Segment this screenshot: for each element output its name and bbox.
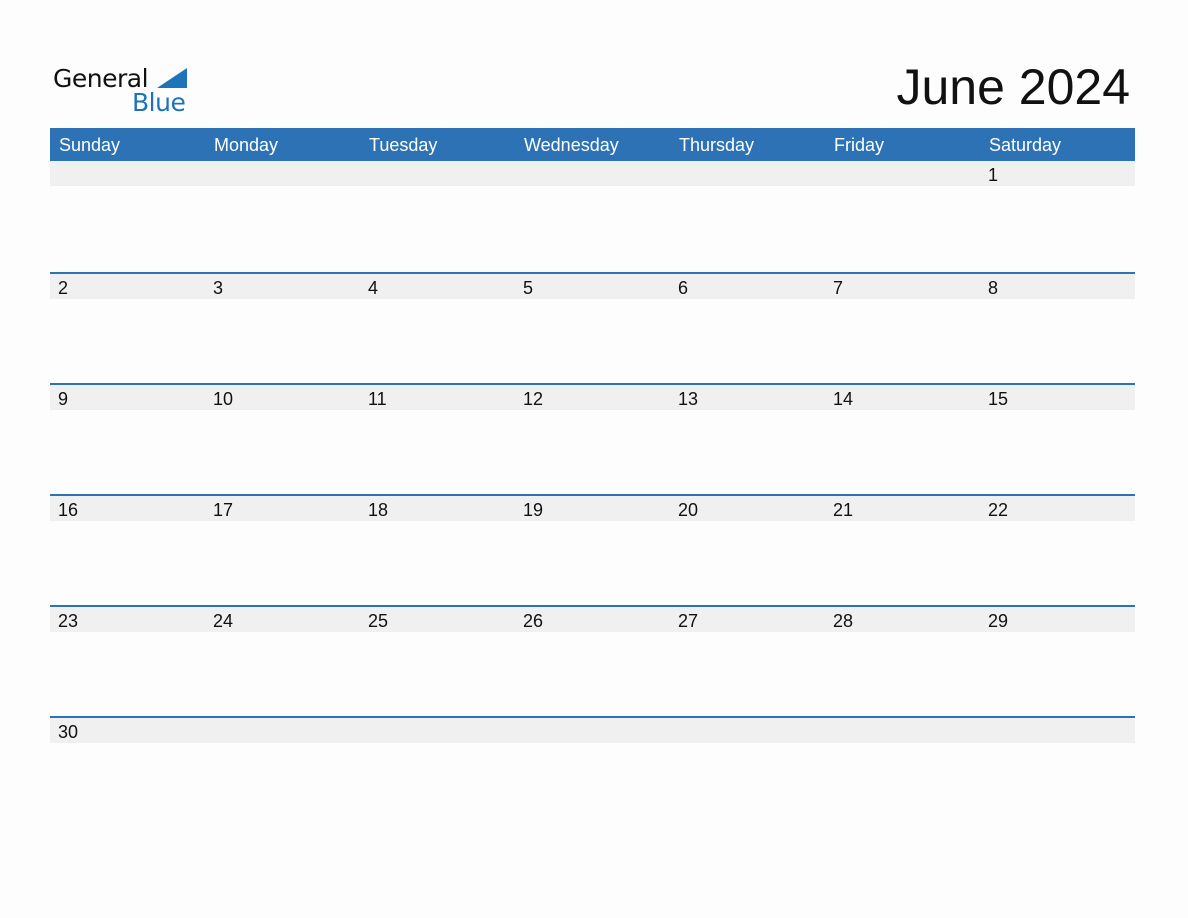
date-band: 23 24 25 26 27 28 29 — [50, 607, 1135, 632]
day-number: 9 — [58, 389, 69, 409]
week-row: 16 17 18 19 20 21 22 — [50, 494, 1135, 605]
day-number — [670, 161, 825, 189]
day-number — [360, 161, 515, 189]
day-number: 22 — [988, 500, 1009, 520]
date-band: 30 — [50, 718, 1135, 743]
day-number: 15 — [988, 389, 1009, 409]
weekday-sunday: Sunday — [59, 135, 121, 155]
day-number: 24 — [213, 611, 234, 631]
day-number: 27 — [678, 611, 699, 631]
day-number: 12 — [523, 389, 544, 409]
general-blue-logo: General Blue — [53, 64, 193, 117]
logo-text-blue: Blue — [132, 88, 186, 117]
day-number: 29 — [988, 611, 1009, 631]
day-number — [515, 161, 670, 189]
day-number: 7 — [833, 278, 844, 298]
day-number: 1 — [988, 165, 999, 185]
logo-triangle-icon — [157, 68, 187, 88]
day-number: 11 — [368, 389, 387, 409]
date-band: 9 10 11 12 13 14 15 — [50, 385, 1135, 410]
day-number: 19 — [523, 500, 544, 520]
day-number: 10 — [213, 389, 234, 409]
day-number: 25 — [368, 611, 389, 631]
day-number — [670, 718, 825, 746]
day-number: 23 — [58, 611, 79, 631]
day-number: 18 — [368, 500, 389, 520]
day-number — [50, 161, 205, 189]
week-row: 9 10 11 12 13 14 15 — [50, 383, 1135, 494]
week-row: 23 24 25 26 27 28 29 — [50, 605, 1135, 716]
day-number: 2 — [58, 278, 69, 298]
day-number: 30 — [58, 722, 79, 742]
day-number: 20 — [678, 500, 699, 520]
day-number: 13 — [678, 389, 699, 409]
date-band: 16 17 18 19 20 21 22 — [50, 496, 1135, 521]
day-number — [825, 161, 980, 189]
weekday-tuesday: Tuesday — [369, 135, 438, 155]
day-number: 5 — [523, 278, 534, 298]
day-number — [360, 718, 515, 746]
weekday-saturday: Saturday — [989, 135, 1062, 155]
day-number: 6 — [678, 278, 689, 298]
day-number — [515, 718, 670, 746]
week-row: 30 — [50, 716, 1135, 827]
day-number: 21 — [833, 500, 854, 520]
weekday-monday: Monday — [214, 135, 279, 155]
calendar-title: June 2024 — [896, 59, 1130, 115]
weekday-friday: Friday — [834, 135, 885, 155]
day-number — [825, 718, 980, 746]
day-number: 28 — [833, 611, 854, 631]
day-number — [980, 718, 1135, 746]
day-number: 16 — [58, 500, 79, 520]
weekday-header: Sunday Monday Tuesday Wednesday Thursday… — [50, 128, 1135, 161]
week-row: 2 3 4 5 6 7 8 — [50, 272, 1135, 383]
calendar-grid: Sunday Monday Tuesday Wednesday Thursday… — [50, 128, 1135, 827]
date-band: 1 — [50, 161, 1135, 186]
day-number: 26 — [523, 611, 544, 631]
day-number: 17 — [213, 500, 234, 520]
week-row: 1 — [50, 161, 1135, 272]
day-number: 8 — [988, 278, 999, 298]
weekday-thursday: Thursday — [679, 135, 755, 155]
day-number: 14 — [833, 389, 854, 409]
date-band: 2 3 4 5 6 7 8 — [50, 274, 1135, 299]
day-number — [205, 161, 360, 189]
day-number: 3 — [213, 278, 224, 298]
day-number: 4 — [368, 278, 379, 298]
day-number — [205, 718, 360, 746]
weekday-wednesday: Wednesday — [524, 135, 619, 155]
